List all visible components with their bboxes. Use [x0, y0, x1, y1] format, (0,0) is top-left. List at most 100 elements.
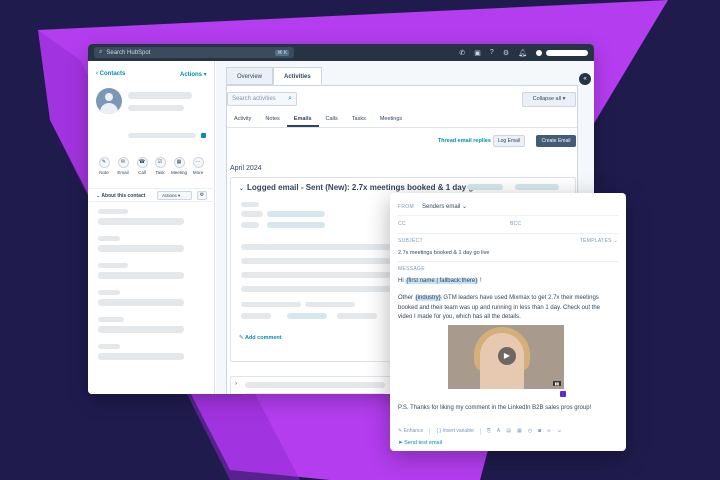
top-nav-bar: ⌕ Search HubSpot ⌘ K ✆ ▣ ? ⚙ 🔔︎ [88, 44, 594, 61]
collapse-all-button[interactable]: Collapse all ▾ [522, 92, 576, 107]
about-actions-label: Actions [162, 193, 177, 198]
tab-notes[interactable]: Notes [258, 112, 286, 127]
meta-placeholder [267, 211, 325, 217]
camera-icon[interactable]: ◙ [538, 428, 541, 434]
help-icon[interactable]: ? [490, 49, 494, 56]
message-ps[interactable]: P.S. Thanks for liking my comment in the… [398, 404, 616, 414]
gear-icon[interactable]: ⚙ [197, 191, 207, 200]
shortcut-hint: ⌘ K [275, 49, 289, 56]
link-icon[interactable]: ∞ [547, 428, 551, 434]
meta-placeholder [515, 184, 559, 190]
stat-placeholder [287, 313, 327, 319]
email-card-title-text: Logged email - Sent (New): 2.7x meetings… [247, 183, 494, 192]
from-select[interactable]: Senders email ⌄ [422, 203, 467, 210]
tab-activity[interactable]: Activity [227, 112, 258, 127]
text-format-icon[interactable]: A [497, 428, 500, 434]
message-greeting[interactable]: Hi {first name | fallback:there} ! [398, 277, 616, 287]
subject-row: SUBJECT TEMPLATES ⌄ 2.7x meetings booked… [398, 234, 618, 262]
stat-placeholder [241, 313, 271, 319]
property-placeholder [98, 299, 184, 306]
contact-actions-label: Actions [180, 72, 203, 78]
insert-variable-label: Insert variable [442, 428, 474, 434]
back-label: Contacts [99, 71, 126, 77]
back-to-contacts-link[interactable]: ‹ Contacts [96, 71, 125, 77]
add-comment-link[interactable]: ✎ Add comment [239, 335, 282, 341]
log-email-button[interactable]: Log Email [493, 135, 525, 147]
message-label: MESSAGE [398, 266, 425, 272]
attach-icon[interactable]: ⎘ [487, 428, 491, 434]
message-paragraph[interactable]: Other {industry} GTM leaders have used M… [398, 294, 616, 323]
meta-placeholder [241, 222, 259, 228]
settings-icon[interactable]: ⚙ [503, 49, 509, 57]
body-placeholder [241, 258, 391, 264]
activity-search-input[interactable]: Search activities ⌕ [227, 92, 297, 106]
about-toggle[interactable]: ⌄ About this contact [96, 193, 145, 199]
quick-action-email[interactable]: ✉ Email [113, 157, 133, 175]
bcc-label[interactable]: BCC [510, 221, 521, 227]
templates-dropdown[interactable]: TEMPLATES ⌄ [580, 238, 618, 244]
bell-icon[interactable]: 🔔︎ [518, 49, 527, 57]
meta-placeholder [241, 211, 263, 217]
play-icon[interactable]: ▶ [498, 347, 516, 365]
first-name-token[interactable]: {first name | fallback:there} [405, 278, 479, 284]
tab-meetings[interactable]: Meetings [373, 112, 409, 127]
insert-variable-button[interactable]: { } Insert variable [436, 428, 474, 434]
quick-action-meeting[interactable]: ▦ Meeting [169, 157, 189, 175]
quick-action-task[interactable]: ☑ Task [150, 157, 170, 175]
avatar [536, 49, 542, 56]
copy-icon[interactable] [201, 133, 206, 138]
tab-overview[interactable]: Overview [226, 67, 274, 85]
cc-label[interactable]: CC [398, 221, 406, 227]
about-actions-button[interactable]: Actions ▾ [157, 191, 192, 200]
global-search[interactable]: ⌕ Search HubSpot ⌘ K [94, 47, 294, 58]
meeting-icon: ▦ [173, 157, 185, 168]
industry-token[interactable]: {industry} [414, 295, 442, 301]
create-email-button[interactable]: Create Email [536, 135, 576, 147]
para-prefix: Other [398, 295, 415, 301]
subject-input[interactable]: 2.7x meetings booked & 1 day go live [398, 250, 489, 256]
property-placeholder [98, 317, 124, 322]
contact-name-placeholder [128, 92, 192, 99]
collapse-sidebar-icon[interactable]: « [579, 73, 591, 85]
phone-icon[interactable]: ✆ [459, 49, 465, 57]
tab-activities[interactable]: Activities [273, 67, 322, 85]
month-heading: April 2024 [230, 165, 262, 172]
quick-action-label: More [192, 170, 204, 175]
body-placeholder [305, 302, 355, 307]
video-thumbnail[interactable]: ▶ ▮▮ [448, 325, 564, 389]
thread-email-replies-link[interactable]: Thread email replies [438, 138, 491, 144]
quick-action-label: Meeting [170, 170, 187, 175]
account-menu[interactable] [536, 49, 588, 56]
tab-tasks[interactable]: Tasks [345, 112, 373, 127]
document-icon[interactable]: ▤ [506, 428, 511, 434]
account-name-placeholder [546, 49, 588, 56]
send-test-email-link[interactable]: ➤ Send test email [398, 440, 442, 446]
tab-calls[interactable]: Calls [319, 112, 345, 127]
meta-placeholder [241, 202, 259, 207]
note-icon: ✎ [98, 157, 110, 168]
more-icon: ··· [192, 157, 204, 168]
body-placeholder [241, 272, 391, 278]
task-icon: ☑ [154, 157, 166, 168]
collapse-all-label: Collapse all [532, 96, 562, 102]
tab-emails[interactable]: Emails [286, 112, 319, 127]
quick-action-call[interactable]: ☎ Call [132, 157, 152, 175]
calendar-icon[interactable]: ▦ [517, 428, 522, 434]
quick-action-more[interactable]: ··· More [188, 157, 208, 175]
quick-action-note[interactable]: ✎ Note [94, 157, 114, 175]
marketplace-icon[interactable]: ▣ [474, 49, 481, 57]
enhance-button[interactable]: ✎ Enhance [398, 428, 423, 434]
property-placeholder [98, 290, 120, 295]
emoji-icon[interactable]: ☺ [557, 428, 562, 434]
clock-icon[interactable]: ◷ [528, 428, 532, 434]
property-placeholder [98, 326, 184, 333]
video-duration: ▮▮ [552, 381, 561, 386]
mixmax-logo-icon [560, 391, 566, 397]
contact-avatar [96, 88, 122, 114]
composer-toolbar: ✎ Enhance { } Insert variable ⎘ A ▤ ▦ ◷ … [398, 425, 618, 437]
global-search-placeholder: Search HubSpot [106, 49, 151, 56]
templates-label: TEMPLATES [579, 238, 612, 244]
contact-actions-menu[interactable]: Actions ▾ [180, 71, 207, 78]
email-card-title[interactable]: ⌄ Logged email - Sent (New): 2.7x meeting… [239, 183, 494, 192]
meta-placeholder [267, 222, 325, 228]
